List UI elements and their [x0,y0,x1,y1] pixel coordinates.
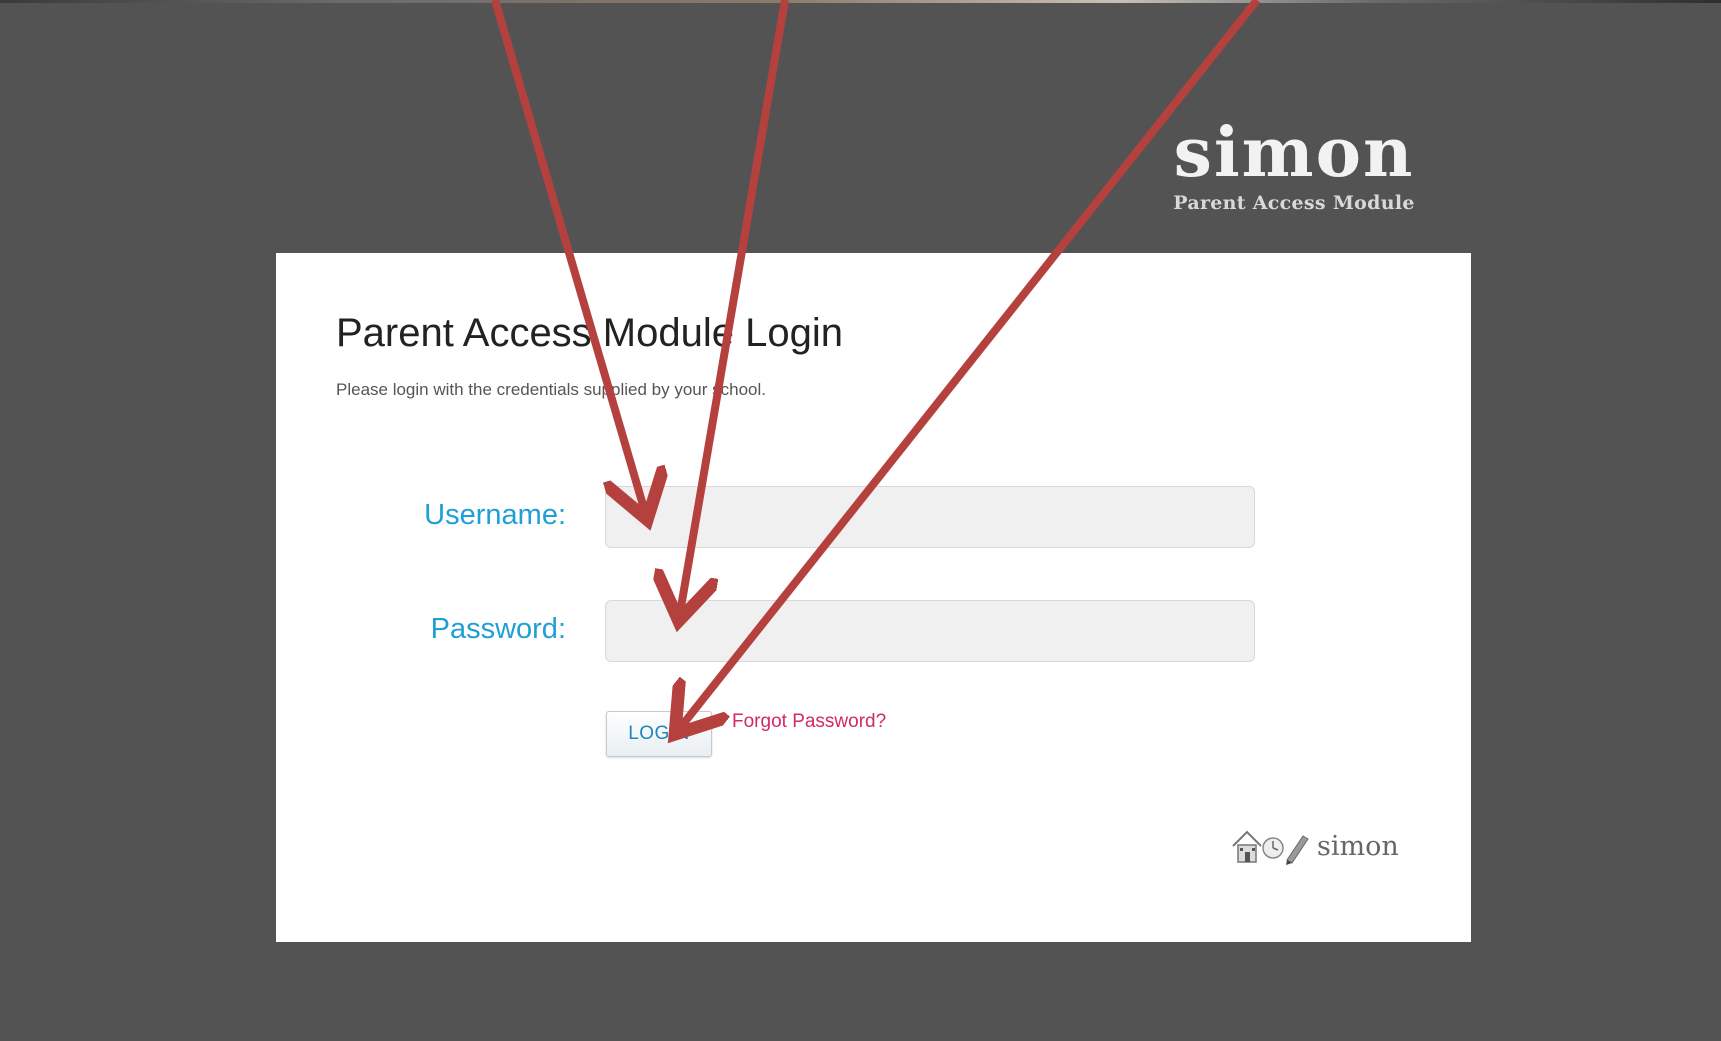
footer-logo: simon [1231,826,1399,866]
top-image-strip [0,0,1721,3]
brand-tagline: Parent Access Module [1173,192,1415,214]
login-card: Parent Access Module Login Please login … [276,253,1471,942]
brand-name: simon [1173,113,1415,193]
brand-logo: simon Parent Access Module [1170,118,1418,214]
school-house-icon [1232,830,1309,865]
page: simon Parent Access Module Parent Access… [0,0,1721,1041]
password-label: Password: [430,613,566,645]
login-instructions: Please login with the credentials suppli… [336,380,766,399]
footer-logo-text: simon [1317,830,1399,862]
login-button[interactable]: LOGIN [606,711,712,757]
username-input[interactable] [605,486,1255,548]
password-input[interactable] [605,600,1255,662]
username-label: Username: [424,499,566,531]
page-title: Parent Access Module Login [336,311,843,355]
forgot-password-link[interactable]: Forgot Password? [732,711,886,733]
